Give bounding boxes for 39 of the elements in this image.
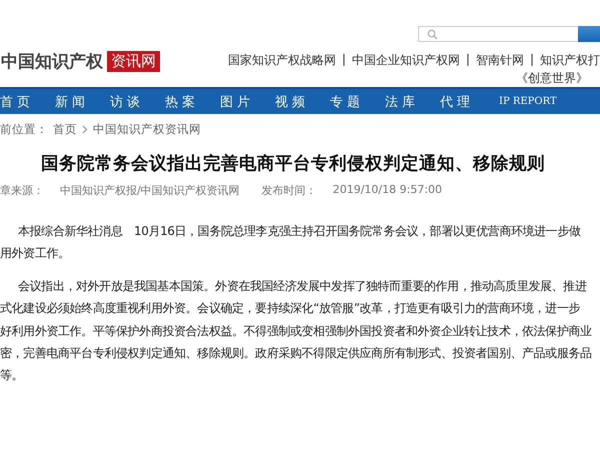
- search-icon: [427, 28, 438, 40]
- breadcrumb-link[interactable]: 首页: [53, 122, 77, 137]
- breadcrumb-link[interactable]: 中国知识产权资讯网: [93, 122, 201, 137]
- nav-item[interactable]: 热案: [165, 92, 220, 110]
- nav-item[interactable]: 法库: [385, 92, 440, 110]
- link-separator: |: [342, 52, 346, 68]
- nav-item[interactable]: 视频: [275, 92, 330, 110]
- chevron-icon: [82, 125, 88, 134]
- body-text-line: 等。: [0, 367, 24, 384]
- nav-item[interactable]: 图片: [220, 92, 275, 110]
- article-title: 国务院常务会议指出完善电商平台专利侵权判定通知、移除规则: [41, 152, 546, 175]
- nav-item[interactable]: 首页: [0, 92, 55, 110]
- body-text-line: 好利用外资工作。平等保护外商投资合法权益。不得强制或变相强制外国投资者和外资企业转让技术，依法保护商业: [0, 322, 593, 340]
- logo-badge: 资讯网: [107, 51, 160, 72]
- body-text-line: 用外资工作。: [0, 245, 71, 262]
- site-link[interactable]: 中国企业知识产权网: [352, 52, 460, 69]
- nav-item[interactable]: 新闻: [55, 92, 110, 110]
- meta-value: 中国知识产权报/中国知识产权资讯网: [60, 183, 240, 198]
- link-separator: |: [466, 52, 470, 68]
- meta-value: 2019/10/18 9:57:00: [332, 183, 442, 198]
- nav-item[interactable]: 专题: [330, 92, 385, 110]
- site-link[interactable]: 智南针网: [476, 52, 524, 69]
- site-link[interactable]: 《创意世界》: [516, 70, 588, 87]
- search-field[interactable]: [418, 26, 578, 42]
- body-text-line: 本报综合新华社消息 10月16日，国务院总理李克强主持召开国务院常务会议，部署以更优营商环境进一步做: [17, 223, 582, 240]
- breadcrumb-label: 前位置：: [0, 122, 48, 137]
- nav-item[interactable]: 访谈: [110, 92, 165, 110]
- site-link[interactable]: 国家知识产权战略网: [228, 52, 336, 69]
- logo-text: 中国知识产权: [1, 51, 103, 73]
- body-text-line: 会议指出，对外开放是我国基本国策。外资在我国经济发展中发挥了独特而重要的作用，推动高质里发展、推进: [17, 278, 588, 295]
- body-text-line: 密，完善电商平台专利侵权判定通知、移除规则。政府采购不得限定供应商所有制形式、投资者国别、产品或服务品: [0, 345, 593, 362]
- search-button[interactable]: [578, 26, 600, 42]
- meta-label: 发布时间：: [262, 183, 317, 198]
- link-separator: |: [530, 52, 534, 68]
- body-text-line: 式化建设必须始终高度重视利用外资。会议确定，要持续深化“放管服”改革，打造更有吸引力的营商环境，进一步: [0, 300, 582, 318]
- nav-item[interactable]: IP REPORT: [499, 96, 554, 107]
- meta-label: 章来源：: [0, 183, 44, 198]
- site-link[interactable]: 知识产权打: [540, 52, 600, 69]
- nav-item[interactable]: 代理: [440, 92, 495, 110]
